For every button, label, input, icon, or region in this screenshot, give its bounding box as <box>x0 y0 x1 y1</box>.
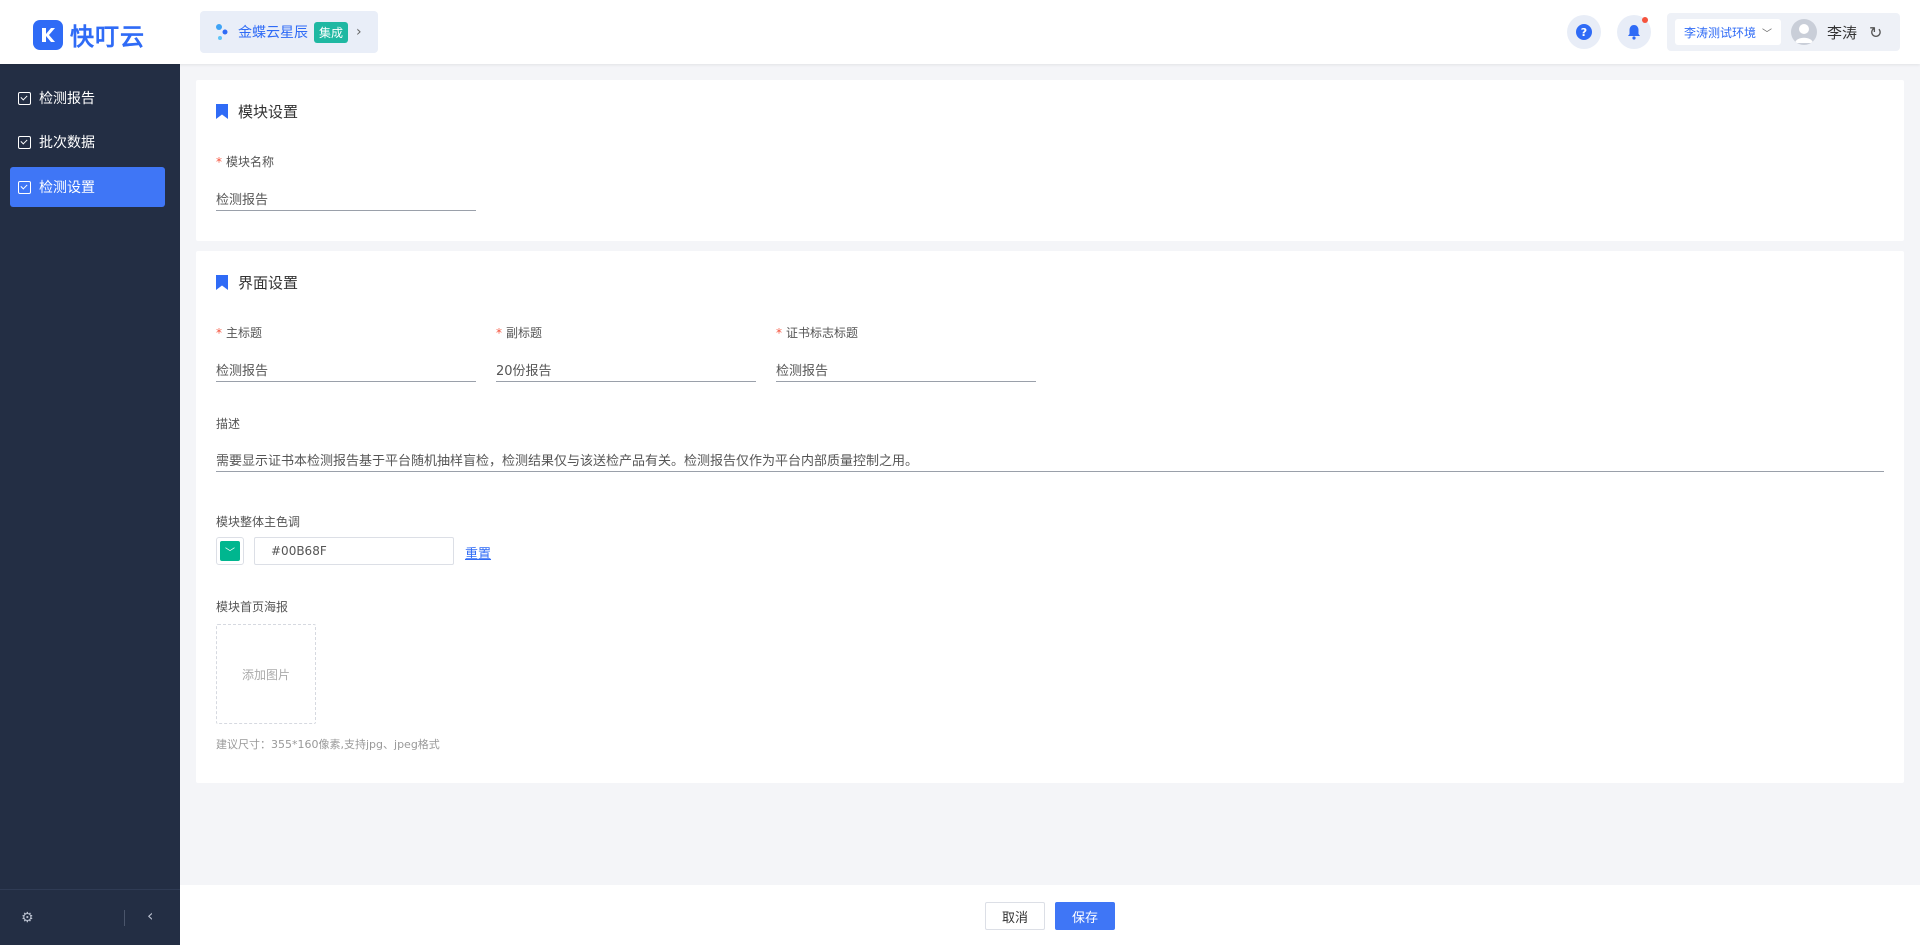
user-name: 李涛 <box>1827 23 1858 42</box>
app-name: 金蝶云星辰 <box>238 25 308 41</box>
required-marker: * <box>776 326 782 340</box>
chevron-right-icon: › <box>356 24 362 40</box>
sidebar: 检测报告 批次数据 检测设置 ⚙ ‹ <box>0 64 180 945</box>
poster-size-hint: 建议尺寸：355*160像素,支持jpg、jpeg格式 <box>216 738 440 751</box>
cancel-button[interactable]: 取消 <box>985 902 1045 930</box>
module-name-label: * 模块名称 <box>216 155 275 169</box>
sidebar-item-label: 批次数据 <box>39 135 95 151</box>
required-marker: * <box>216 326 222 340</box>
notification-dot <box>1642 17 1648 23</box>
gear-icon[interactable]: ⚙ <box>21 910 34 926</box>
sidebar-item-label: 检测报告 <box>39 91 95 107</box>
bell-icon <box>1628 25 1640 40</box>
poster-label: 模块首页海报 <box>216 600 289 614</box>
chevron-left-icon[interactable]: ‹ <box>147 906 153 925</box>
sidebar-item-batch-data[interactable]: 批次数据 <box>10 122 165 162</box>
checklist-icon <box>18 180 31 194</box>
reset-color-link[interactable]: 重置 <box>465 543 491 562</box>
notifications-button[interactable] <box>1617 15 1651 49</box>
save-button[interactable]: 保存 <box>1055 902 1115 930</box>
module-name-input[interactable] <box>216 187 476 211</box>
poster-upload[interactable]: 添加图片 <box>216 624 316 724</box>
logo-icon <box>33 19 63 50</box>
chevron-down-icon: ﹀ <box>1762 28 1773 40</box>
divider <box>124 910 125 926</box>
integration-badge: 集成 <box>314 21 349 43</box>
sidebar-item-reports[interactable]: 检测报告 <box>10 78 165 118</box>
upload-label: 添加图片 <box>241 667 290 682</box>
section-title-text: 界面设置 <box>238 274 299 292</box>
user-area: 李涛测试环境 ﹀ 李涛 ↻ <box>1667 13 1900 51</box>
color-hex-input[interactable] <box>254 537 454 565</box>
avatar[interactable] <box>1791 19 1818 45</box>
required-marker: * <box>496 326 502 340</box>
section-title: 界面设置 <box>216 272 298 293</box>
environment-select[interactable]: 李涛测试环境 ﹀ <box>1675 19 1782 45</box>
cert-title-input[interactable] <box>776 358 1036 382</box>
sidebar-footer: ⚙ ‹ <box>0 889 180 945</box>
bookmark-icon <box>216 104 228 119</box>
refresh-icon[interactable]: ↻ <box>1869 23 1882 42</box>
chevron-down-icon: ﹀ <box>220 541 240 561</box>
app-logo-icon <box>216 24 228 40</box>
logo-text: 快叮云 <box>70 23 145 51</box>
ui-settings-card: 界面设置 *主标题 *副标题 *证书标志标题 描述 模块整体主色调 ﹀ 重置 模… <box>196 251 1904 783</box>
checklist-icon <box>18 91 31 105</box>
help-button[interactable]: ? <box>1567 15 1601 49</box>
theme-color-label: 模块整体主色调 <box>216 515 301 529</box>
color-picker[interactable]: ﹀ <box>216 537 244 565</box>
bookmark-icon <box>216 275 228 290</box>
help-icon: ? <box>1576 24 1592 40</box>
logo[interactable]: 快叮云 <box>33 17 145 52</box>
sidebar-item-label: 检测设置 <box>39 180 95 196</box>
action-bar: 取消 保存 <box>180 885 1920 945</box>
required-marker: * <box>216 155 222 169</box>
section-title-text: 模块设置 <box>238 103 299 121</box>
sidebar-item-settings[interactable]: 检测设置 <box>10 167 165 207</box>
main-title-label: * 主标题 <box>216 326 263 340</box>
user-icon <box>1795 24 1814 43</box>
top-header: 快叮云 金蝶云星辰 集成 › ? 李涛测试环境 ﹀ 李涛 ↻ <box>0 0 1920 64</box>
app-switcher[interactable]: 金蝶云星辰 集成 › <box>200 11 378 53</box>
subtitle-label: * 副标题 <box>496 326 543 340</box>
checklist-icon <box>18 135 31 149</box>
environment-label: 李涛测试环境 <box>1684 25 1757 40</box>
description-input[interactable] <box>216 448 1884 472</box>
main-title-input[interactable] <box>216 358 476 382</box>
module-settings-card: 模块设置 * 模块名称 <box>196 80 1904 241</box>
svg-text:?: ? <box>1581 26 1587 39</box>
subtitle-input[interactable] <box>496 358 756 382</box>
description-label: 描述 <box>216 417 241 431</box>
cert-title-label: * 证书标志标题 <box>776 326 859 340</box>
section-title: 模块设置 <box>216 101 298 122</box>
